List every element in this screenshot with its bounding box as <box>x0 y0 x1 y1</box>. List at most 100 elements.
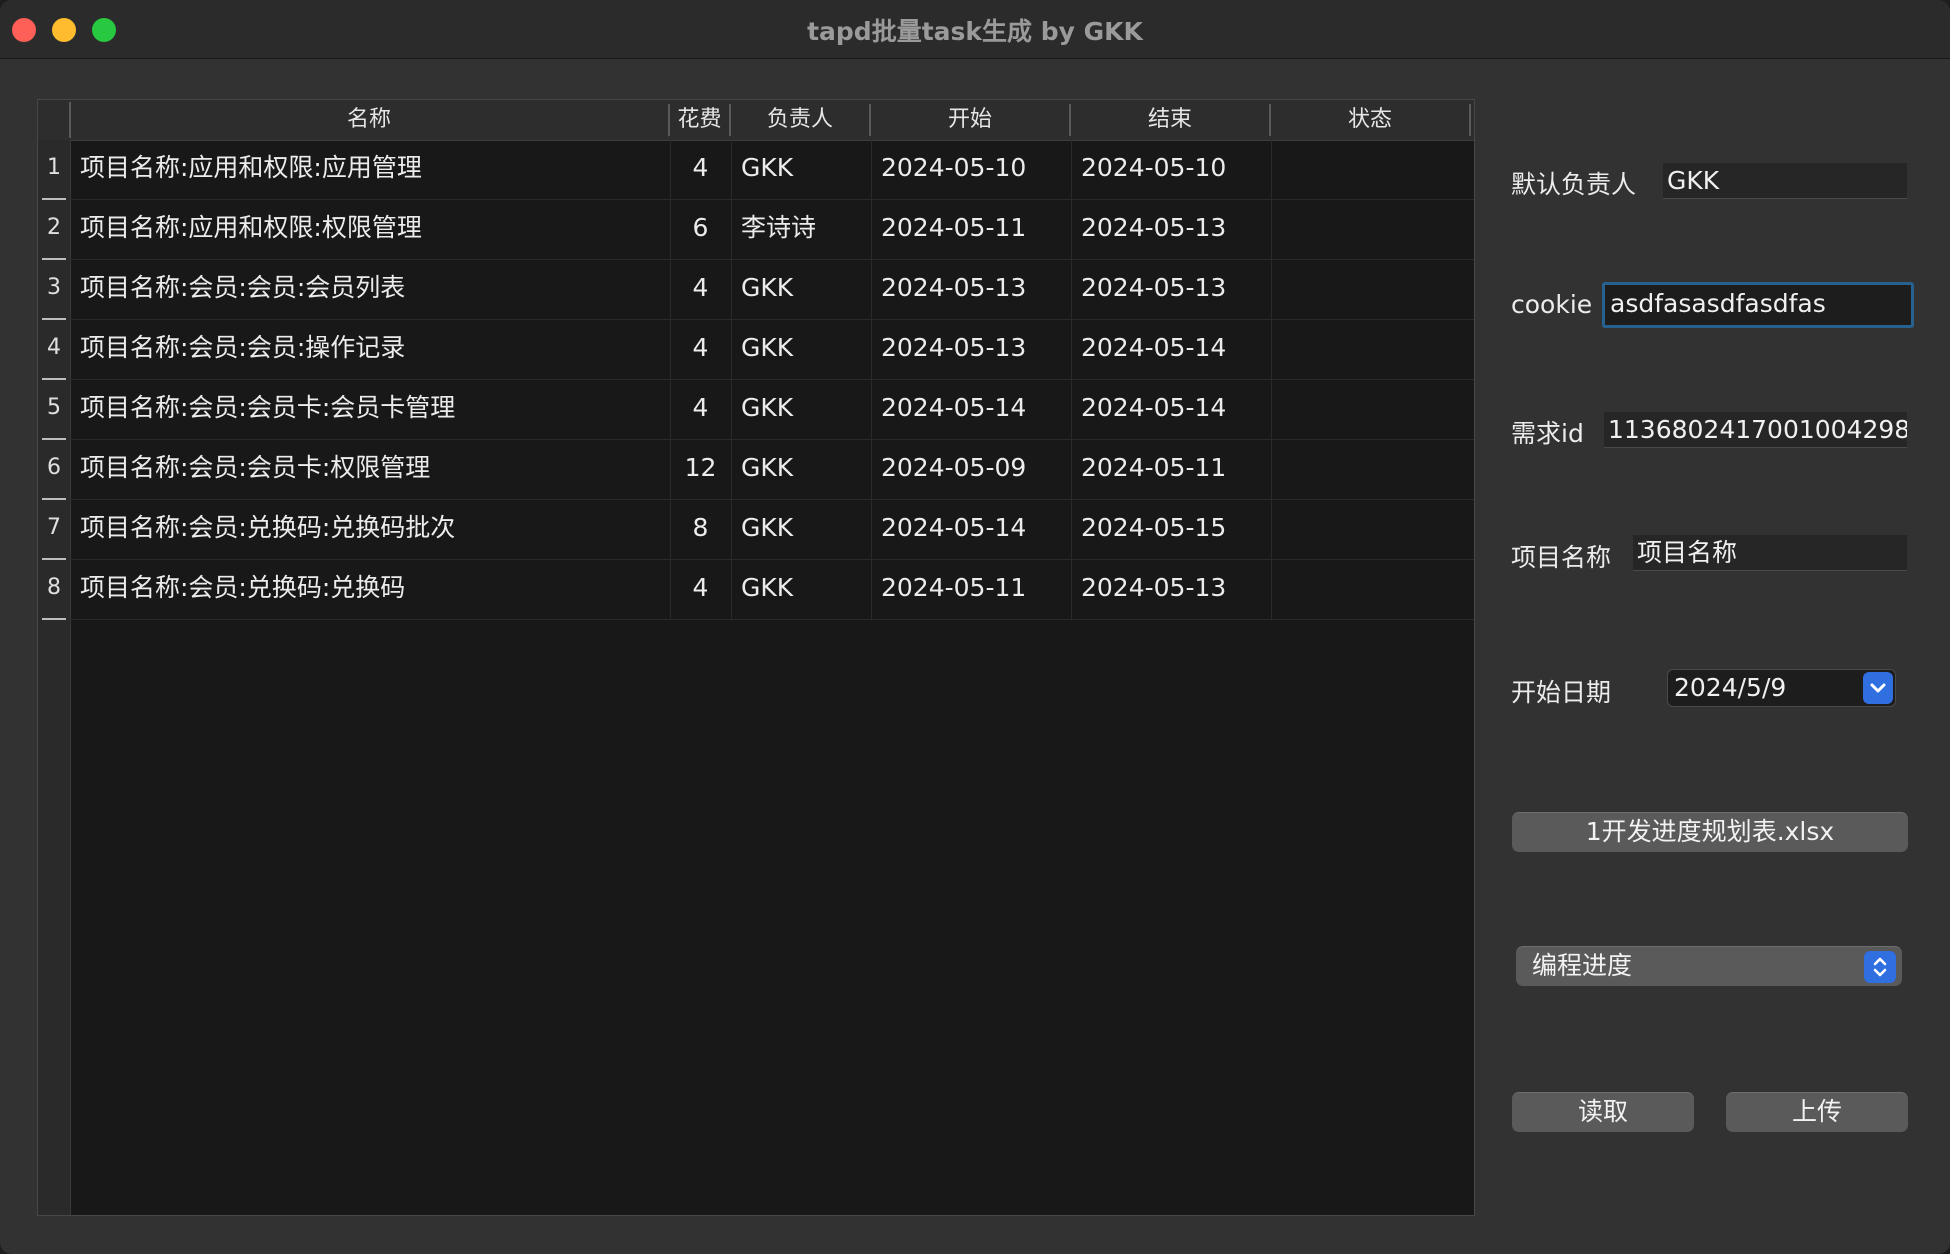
cell-owner[interactable]: GKK <box>731 500 871 560</box>
cell-status[interactable] <box>1271 200 1474 260</box>
row-number: 4 <box>47 335 61 360</box>
row-number-divider <box>42 618 66 620</box>
table-corner <box>38 100 70 140</box>
start-date-value: 2024/5/9 <box>1674 673 1787 702</box>
task-table[interactable]: 名称 花费 负责人 开始 结束 状态 1 项目名称:应用和权限:应用管理 4 GKK 2… <box>37 99 1475 1216</box>
cell-name[interactable]: 项目名称:会员:兑换码:兑换码 <box>70 560 670 620</box>
cell-name[interactable]: 项目名称:会员:兑换码:兑换码批次 <box>70 500 670 560</box>
table-row[interactable]: 7 项目名称:会员:兑换码:兑换码批次 8 GKK 2024-05-14 2024-05-… <box>38 500 1474 560</box>
cell-cost[interactable]: 6 <box>670 200 731 260</box>
file-select-button[interactable]: 1开发进度规划表.xlsx <box>1512 812 1908 852</box>
cell-status[interactable] <box>1271 380 1474 440</box>
cookie-field[interactable]: asdfasasdfasdfas <box>1602 282 1914 328</box>
cell-start[interactable]: 2024-05-13 <box>871 260 1071 320</box>
requirement-id-label: 需求id <box>1511 419 1584 448</box>
cell-owner[interactable]: GKK <box>731 560 871 620</box>
cell-cost[interactable]: 4 <box>670 320 731 380</box>
table-row[interactable]: 1 项目名称:应用和权限:应用管理 4 GKK 2024-05-10 2024-05-10 <box>38 140 1474 200</box>
cell-name[interactable]: 项目名称:应用和权限:应用管理 <box>70 140 670 200</box>
cell-owner[interactable]: GKK <box>731 380 871 440</box>
cell-end[interactable]: 2024-05-13 <box>1071 560 1271 620</box>
column-divider <box>1271 140 1272 620</box>
cell-name[interactable]: 项目名称:会员:会员卡:权限管理 <box>70 440 670 500</box>
cell-status[interactable] <box>1271 500 1474 560</box>
column-header-status[interactable]: 状态 <box>1271 104 1471 136</box>
cell-status[interactable] <box>1271 440 1474 500</box>
project-name-label: 项目名称 <box>1511 543 1612 572</box>
start-date-label: 开始日期 <box>1511 678 1612 707</box>
cell-name[interactable]: 项目名称:会员:会员:会员列表 <box>70 260 670 320</box>
cell-end[interactable]: 2024-05-10 <box>1071 140 1271 200</box>
table-row[interactable]: 6 项目名称:会员:会员卡:权限管理 12 GKK 2024-05-09 2024-05-… <box>38 440 1474 500</box>
cell-end[interactable]: 2024-05-13 <box>1071 260 1271 320</box>
sheet-select-value: 编程进度 <box>1532 951 1633 980</box>
cell-cost[interactable]: 4 <box>670 380 731 440</box>
column-divider <box>871 140 872 620</box>
cell-end[interactable]: 2024-05-14 <box>1071 380 1271 440</box>
cell-name[interactable]: 项目名称:会员:会员卡:会员卡管理 <box>70 380 670 440</box>
cell-status[interactable] <box>1271 260 1474 320</box>
table-row[interactable]: 2 项目名称:应用和权限:权限管理 6 李诗诗 2024-05-11 2024-05-13 <box>38 200 1474 260</box>
table-row[interactable]: 8 项目名称:会员:兑换码:兑换码 4 GKK 2024-05-11 2024-05-13 <box>38 560 1474 620</box>
cell-name[interactable]: 项目名称:会员:会员:操作记录 <box>70 320 670 380</box>
row-number: 2 <box>47 215 61 240</box>
cookie-label: cookie <box>1511 290 1593 319</box>
project-name-field[interactable]: 项目名称 <box>1633 535 1907 571</box>
row-divider <box>70 619 1474 620</box>
requirement-id-field[interactable]: 1136802417001004298 <box>1604 412 1907 448</box>
cell-end[interactable]: 2024-05-11 <box>1071 440 1271 500</box>
cell-owner[interactable]: 李诗诗 <box>731 200 871 260</box>
cell-end[interactable]: 2024-05-15 <box>1071 500 1271 560</box>
cell-end[interactable]: 2024-05-13 <box>1071 200 1271 260</box>
cell-owner[interactable]: GKK <box>731 320 871 380</box>
column-header-cost[interactable]: 花费 <box>670 104 731 136</box>
row-number: 3 <box>47 275 61 300</box>
upload-button[interactable]: 上传 <box>1726 1092 1908 1132</box>
row-number: 5 <box>47 395 61 420</box>
column-header-start[interactable]: 开始 <box>871 104 1071 136</box>
chevron-down-icon[interactable] <box>1863 672 1893 704</box>
cell-start[interactable]: 2024-05-11 <box>871 560 1071 620</box>
cell-start[interactable]: 2024-05-14 <box>871 500 1071 560</box>
cell-start[interactable]: 2024-05-11 <box>871 200 1071 260</box>
up-down-chevron-icon <box>1864 951 1896 983</box>
column-header-owner[interactable]: 负责人 <box>731 104 871 136</box>
row-number: 8 <box>47 575 61 600</box>
cell-start[interactable]: 2024-05-09 <box>871 440 1071 500</box>
table-row[interactable]: 5 项目名称:会员:会员卡:会员卡管理 4 GKK 2024-05-14 2024-05-… <box>38 380 1474 440</box>
read-button[interactable]: 读取 <box>1512 1092 1694 1132</box>
app-window: tapd批量task生成 by GKK 名称 花费 负责人 开始 结束 状态 1… <box>0 0 1950 1254</box>
sheet-select[interactable]: 编程进度 <box>1516 946 1902 986</box>
row-number: 7 <box>47 515 61 540</box>
row-number: 6 <box>47 455 61 480</box>
column-divider <box>670 140 671 620</box>
row-number: 1 <box>47 155 61 180</box>
default-owner-field[interactable]: GKK <box>1663 163 1907 199</box>
cell-cost[interactable]: 8 <box>670 500 731 560</box>
start-date-picker[interactable]: 2024/5/9 <box>1667 669 1896 707</box>
title-bar: tapd批量task生成 by GKK <box>0 0 1950 59</box>
cell-start[interactable]: 2024-05-13 <box>871 320 1071 380</box>
cell-status[interactable] <box>1271 320 1474 380</box>
cell-owner[interactable]: GKK <box>731 260 871 320</box>
column-header-end[interactable]: 结束 <box>1071 104 1271 136</box>
cell-owner[interactable]: GKK <box>731 440 871 500</box>
cell-cost[interactable]: 4 <box>670 140 731 200</box>
table-row[interactable]: 3 项目名称:会员:会员:会员列表 4 GKK 2024-05-13 2024-05-13 <box>38 260 1474 320</box>
cell-end[interactable]: 2024-05-14 <box>1071 320 1271 380</box>
cell-start[interactable]: 2024-05-14 <box>871 380 1071 440</box>
default-owner-label: 默认负责人 <box>1511 170 1637 199</box>
cell-name[interactable]: 项目名称:应用和权限:权限管理 <box>70 200 670 260</box>
cell-cost[interactable]: 12 <box>670 440 731 500</box>
column-divider <box>731 140 732 620</box>
column-header-name[interactable]: 名称 <box>70 104 670 136</box>
cell-status[interactable] <box>1271 560 1474 620</box>
cell-start[interactable]: 2024-05-10 <box>871 140 1071 200</box>
cell-cost[interactable]: 4 <box>670 260 731 320</box>
cell-owner[interactable]: GKK <box>731 140 871 200</box>
table-row[interactable]: 4 项目名称:会员:会员:操作记录 4 GKK 2024-05-13 2024-05-14 <box>38 320 1474 380</box>
cell-cost[interactable]: 4 <box>670 560 731 620</box>
table-header: 名称 花费 负责人 开始 结束 状态 <box>70 100 1474 141</box>
header-separator <box>69 102 71 138</box>
cell-status[interactable] <box>1271 140 1474 200</box>
